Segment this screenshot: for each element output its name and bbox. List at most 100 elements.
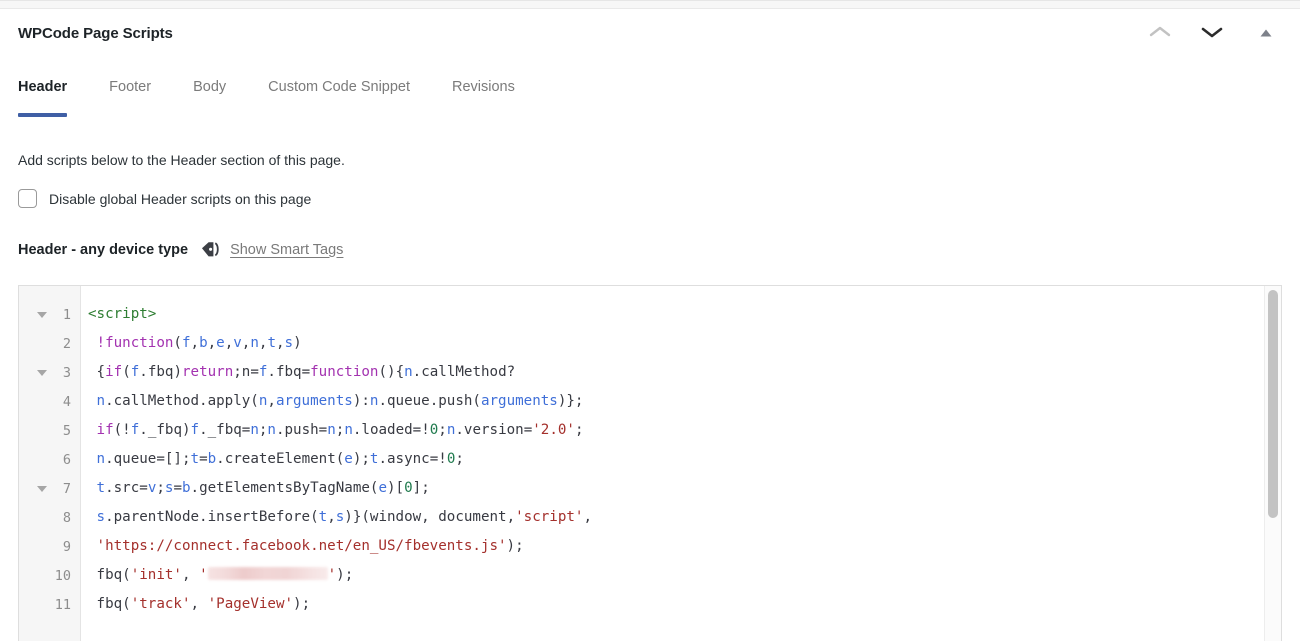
editor-field-label: Header - any device type [18,241,189,258]
code-token-plain: fbq( [88,596,131,612]
code-token-str: 'PageView' [207,596,294,612]
code-token-var: t [190,451,200,467]
code-token-plain: .src= [105,480,148,496]
redacted-pixel-id [207,567,328,580]
code-token-var: f [190,422,200,438]
tab-custom-code-snippet[interactable]: Custom Code Snippet [268,79,410,117]
code-token-var: b [182,480,191,496]
code-token-plain: .push= [275,422,328,438]
gutter-line: 3 [19,358,80,387]
code-line[interactable]: <script> [81,300,1281,329]
code-token-plain: { [88,364,106,380]
code-line[interactable]: {if(f.fbq)return;n=f.fbq=function(){n.ca… [81,358,1281,387]
code-line[interactable]: n.callMethod.apply(n,arguments):n.queue.… [81,387,1281,416]
tab-revisions[interactable]: Revisions [452,79,515,117]
code-line[interactable]: t.src=v;s=b.getElementsByTagName(e)[0]; [81,474,1281,503]
code-token-kw: return [182,364,234,380]
code-token-var: s [96,509,106,525]
code-token-tag: <script> [88,306,157,322]
editor-field-header: Header - any device type Show Smart Tags [18,241,343,258]
gutter-line: 9 [19,532,80,561]
code-token-plain: .fbq) [139,364,182,380]
code-token-plain: ]; [412,480,430,496]
code-token-plain: , [190,596,208,612]
code-line[interactable]: s.parentNode.insertBefore(t,s)}(window, … [81,503,1281,532]
chevron-down-icon [1201,25,1223,42]
line-number: 9 [62,538,71,555]
code-token-str: 'init' [130,567,182,583]
code-token-str: ' [199,567,208,583]
code-line[interactable]: 'https://connect.facebook.net/en_US/fbev… [81,532,1281,561]
code-token-plain: ): [352,393,370,409]
editor-code-area[interactable]: <script> !function(f,b,e,v,n,t,s) {if(f.… [81,286,1281,641]
code-token-plain: ( [173,335,182,351]
tab-footer[interactable]: Footer [109,79,151,117]
editor-gutter[interactable]: 1 2 3 4 5 6 7 8 9 10 11 [19,286,81,641]
disable-global-scripts-checkbox[interactable] [18,189,37,208]
fold-arrow-icon[interactable] [37,369,47,376]
code-token-var: n [267,422,276,438]
move-down-button[interactable] [1192,16,1232,50]
code-token-plain: , [181,567,200,583]
code-token-plain: ; [156,480,165,496]
gutter-line: 6 [19,445,80,474]
code-token-plain: = [173,480,182,496]
move-up-button[interactable] [1140,16,1180,50]
line-number: 4 [62,393,71,410]
show-smart-tags-link[interactable]: Show Smart Tags [230,242,343,258]
panel-header-actions [1140,16,1286,50]
code-token-plain: , [207,335,217,351]
code-token-var: n [404,364,413,380]
tab-header[interactable]: Header [18,79,68,117]
wpcode-page-scripts-panel: WPCode Page Scripts Header Footer Body C… [0,0,1300,641]
editor-scrollbar-thumb[interactable] [1268,290,1278,518]
code-line[interactable]: !function(f,b,e,v,n,t,s) [81,329,1281,358]
code-token-plain: )}; [557,393,584,409]
collapse-panel-button[interactable] [1246,16,1286,50]
code-token-plain: (! [113,422,131,438]
code-token-plain: , [224,335,234,351]
code-token-plain: .createElement( [216,451,345,467]
code-token-var: n [344,422,353,438]
gutter-line: 10 [19,561,80,590]
gutter-line: 11 [19,590,80,619]
code-token-var: n [96,451,106,467]
code-line[interactable]: n.queue=[];t=b.createElement(e);t.async=… [81,445,1281,474]
code-token-var: n [250,335,259,351]
code-token-var: s [284,335,294,351]
code-token-plain: ; [438,422,447,438]
code-editor[interactable]: 1 2 3 4 5 6 7 8 9 10 11 <script> !function(f,b,e,v… [18,285,1282,641]
code-token-plain: ); [336,567,354,583]
line-number: 3 [62,364,71,381]
code-token-str: '2.0' [532,422,575,438]
code-token-num: 0 [404,480,413,496]
code-token-kw: function [310,364,379,380]
code-line[interactable]: if(!f._fbq)f._fbq=n;n.push=n;n.loaded=!0… [81,416,1281,445]
fold-arrow-icon[interactable] [37,485,47,492]
code-token-plain: .parentNode.insertBefore( [105,509,319,525]
disable-global-scripts-row[interactable]: Disable global Header scripts on this pa… [18,189,311,208]
code-token-var: e [344,451,353,467]
code-token-plain: .getElementsByTagName( [190,480,379,496]
code-line[interactable]: fbq('track', 'PageView'); [81,590,1281,619]
code-token-plain: ._fbq= [199,422,251,438]
code-token-plain: ; [455,451,464,467]
code-token-plain: ); [293,596,311,612]
gutter-line: 4 [19,387,80,416]
code-token-plain: ; [574,422,584,438]
code-token-var: t [318,509,328,525]
code-token-plain: .fbq= [267,364,311,380]
editor-vertical-scrollbar[interactable] [1264,286,1281,641]
fold-arrow-icon[interactable] [37,311,47,318]
code-token-var: n [327,422,336,438]
code-token-var: s [335,509,345,525]
code-token-var: n [96,393,106,409]
tab-body[interactable]: Body [193,79,226,117]
code-token-plain: .async=! [378,451,447,467]
code-token-var: e [378,480,388,496]
code-token-var: arguments [480,393,558,409]
code-line[interactable]: fbq('init', ' '); [81,561,1281,590]
